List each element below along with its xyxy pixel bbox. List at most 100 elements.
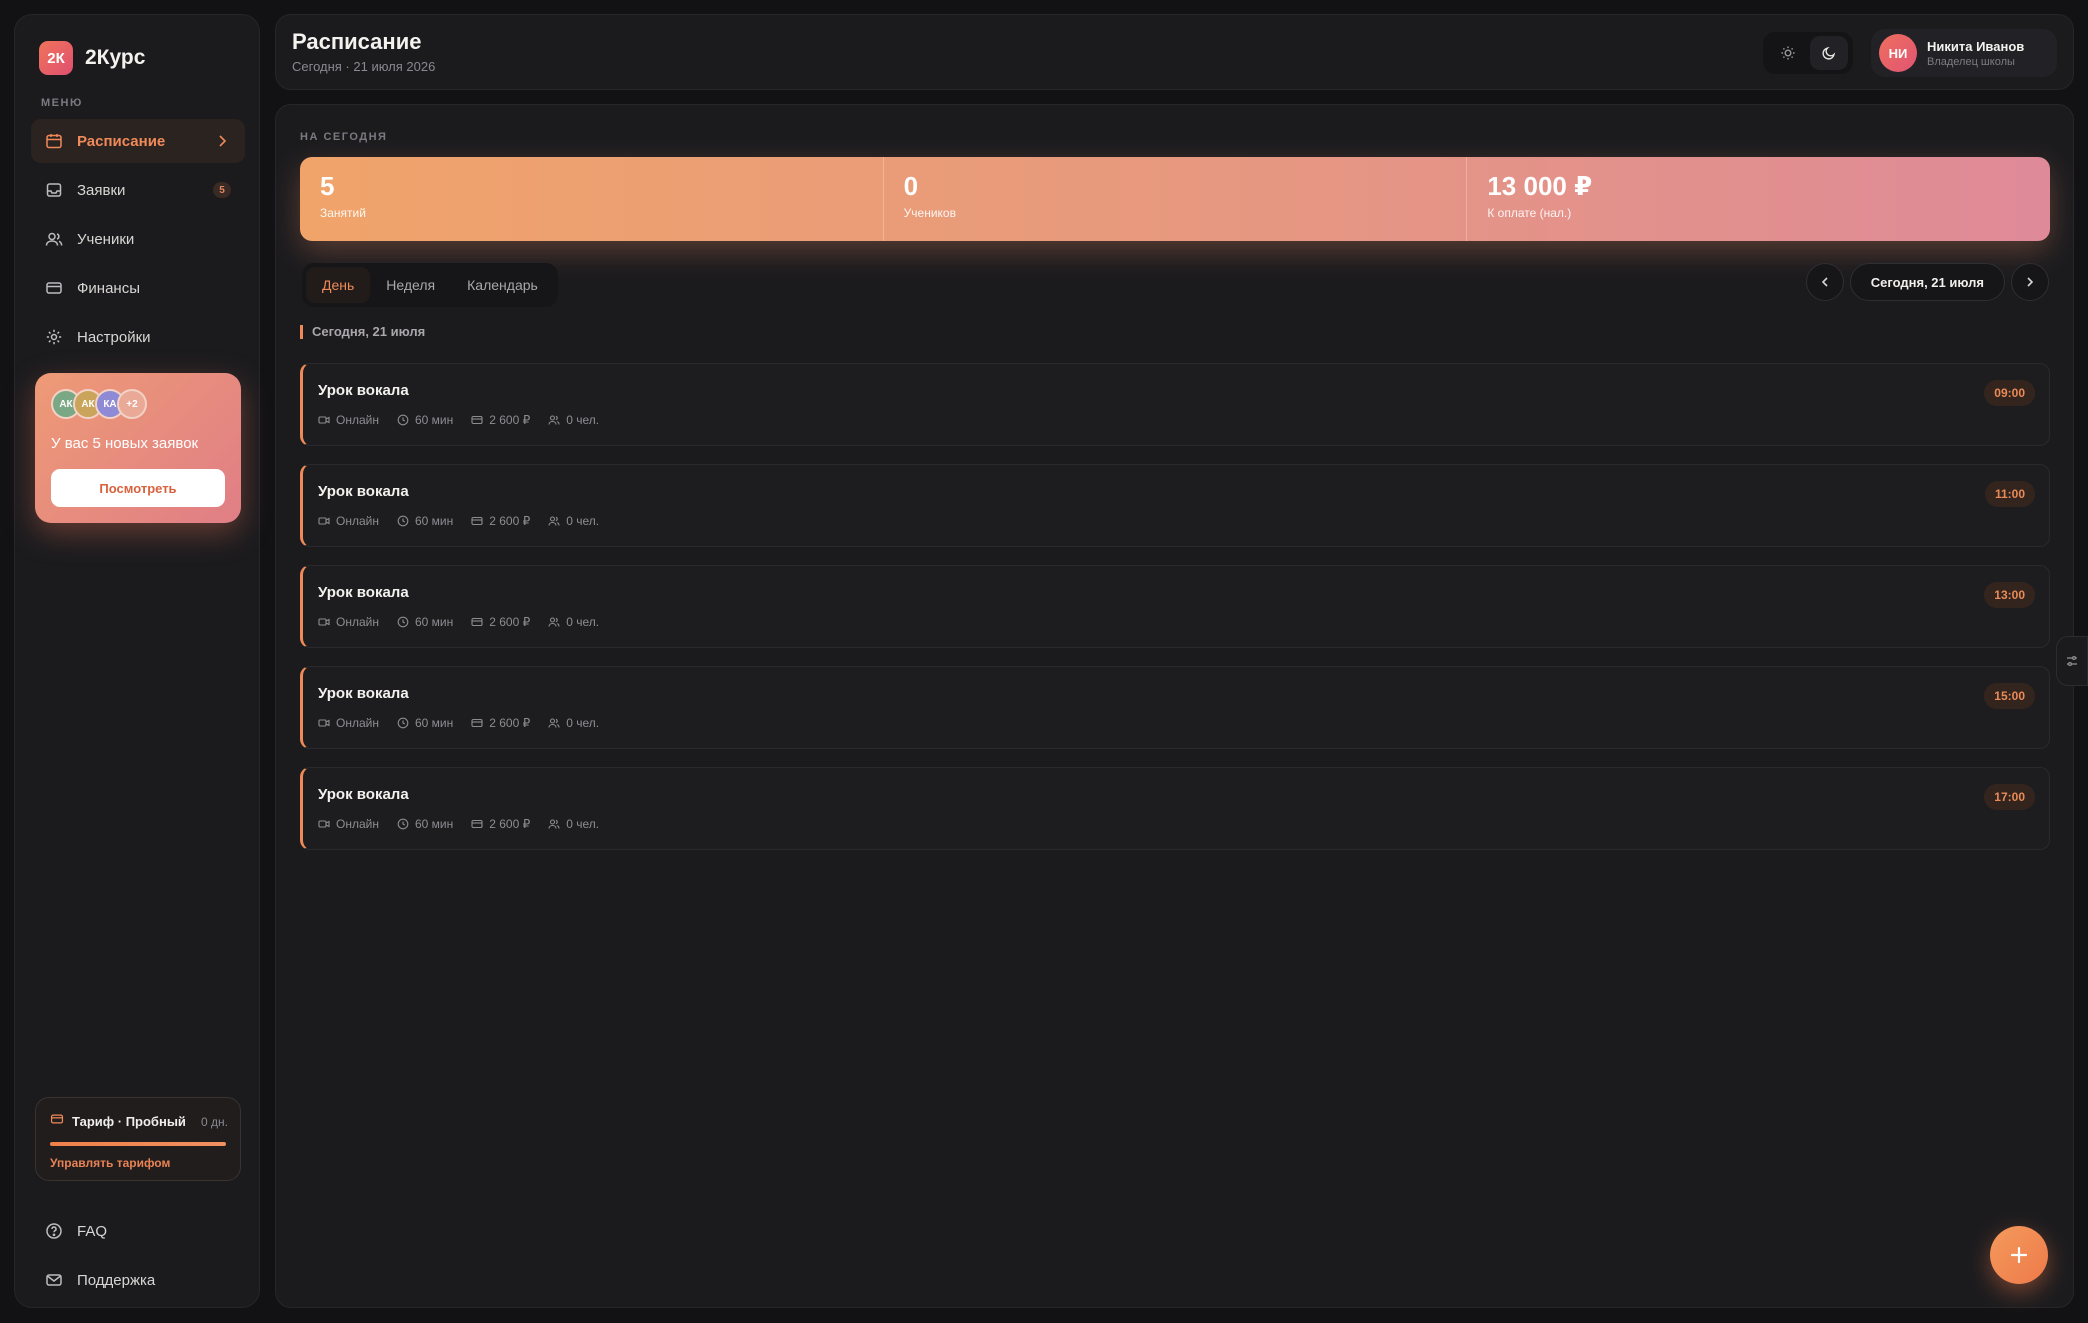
- sidebar-item-schedule[interactable]: Расписание: [31, 119, 245, 163]
- lesson-card[interactable]: Урок вокала Онлайн 60 мин 2 600 ₽ 0 чел. 13:0…: [300, 565, 2050, 648]
- card-icon: [50, 1112, 64, 1131]
- lesson-people: 0 чел.: [566, 514, 600, 528]
- new-requests-text: У вас 5 новых заявок: [51, 435, 199, 452]
- lesson-duration: 60 мин: [414, 716, 454, 730]
- lesson-duration: 60 мин: [414, 615, 454, 629]
- lesson-format: Онлайн: [336, 817, 379, 831]
- stat-lessons: 5 Занятий: [300, 157, 884, 241]
- tab-day[interactable]: День: [306, 267, 371, 303]
- sidebar-item-label: FAQ: [77, 1222, 108, 1240]
- clock-icon: [397, 818, 415, 830]
- users-icon: [548, 616, 566, 628]
- chevron-right-icon: [2027, 277, 2034, 287]
- today-stats: 5 Занятий 0 Учеников 13 000 ₽ К оплате (…: [300, 157, 2050, 241]
- card-icon: [471, 818, 489, 830]
- lesson-meta: Онлайн 60 мин 2 600 ₽ 0 чел.: [318, 514, 617, 528]
- user-menu[interactable]: НИ Никита Иванов Владелец школы: [1871, 29, 2057, 77]
- schedule-panel: НА СЕГОДНЯ 5 Занятий 0 Учеников 13 000 ₽…: [275, 104, 2074, 1308]
- sidebar-item-students[interactable]: Ученики: [31, 217, 245, 261]
- lesson-card[interactable]: Урок вокала Онлайн 60 мин 2 600 ₽ 0 чел. 11:0…: [300, 464, 2050, 547]
- moon-icon: [1821, 46, 1835, 60]
- lesson-people: 0 чел.: [566, 716, 600, 730]
- lesson-format: Онлайн: [336, 716, 379, 730]
- plan-progress-fill: [50, 1142, 226, 1146]
- add-lesson-button[interactable]: [1990, 1226, 2048, 1284]
- plan-card: Тариф · Пробный 0 дн. Управлять тарифом: [35, 1097, 241, 1181]
- plan-progress-bar: [50, 1142, 226, 1146]
- video-icon: [318, 616, 336, 628]
- dark-theme-button[interactable]: [1809, 36, 1848, 70]
- sidebar-item-requests[interactable]: Заявки 5: [31, 168, 245, 212]
- lesson-meta: Онлайн 60 мин 2 600 ₽ 0 чел.: [318, 615, 617, 629]
- sidebar-item-label: Финансы: [77, 279, 140, 297]
- plan-days-left: 0 дн.: [201, 1114, 228, 1129]
- lesson-price: 2 600 ₽: [489, 615, 531, 629]
- lesson-duration: 60 мин: [414, 817, 454, 831]
- chevron-right-icon: [215, 131, 229, 155]
- stat-value: 5: [320, 171, 335, 201]
- sidebar: 2К 2Курс МЕНЮ Расписание Заявки 5 Ученик…: [14, 14, 260, 1308]
- filters-handle[interactable]: [2056, 636, 2088, 686]
- tab-week[interactable]: Неделя: [370, 267, 451, 303]
- lesson-format: Онлайн: [336, 413, 379, 427]
- top-bar: Расписание Сегодня · 21 июля 2026 НИ Ник…: [275, 14, 2074, 90]
- lesson-meta: Онлайн 60 мин 2 600 ₽ 0 чел.: [318, 716, 617, 730]
- users-icon: [548, 414, 566, 426]
- lesson-time-badge: 17:00: [1984, 784, 2035, 810]
- lesson-card[interactable]: Урок вокала Онлайн 60 мин 2 600 ₽ 0 чел. 15:0…: [300, 666, 2050, 749]
- view-requests-button[interactable]: Посмотреть: [51, 469, 225, 507]
- inbox-icon: [45, 181, 63, 199]
- lesson-title: Урок вокала: [318, 483, 409, 500]
- view-tabs: День Неделя Календарь: [302, 263, 558, 307]
- lesson-format: Онлайн: [336, 514, 379, 528]
- manage-plan-link[interactable]: Управлять тарифом: [50, 1156, 170, 1170]
- sidebar-item-faq[interactable]: FAQ: [31, 1209, 245, 1253]
- page-title: Расписание: [292, 29, 422, 54]
- lesson-price: 2 600 ₽: [489, 817, 531, 831]
- brand-name: 2Курс: [85, 46, 146, 69]
- lesson-people: 0 чел.: [566, 615, 600, 629]
- clock-icon: [397, 616, 415, 628]
- lesson-duration: 60 мин: [414, 514, 454, 528]
- sidebar-item-settings[interactable]: Настройки: [31, 315, 245, 359]
- lesson-price: 2 600 ₽: [489, 514, 531, 528]
- stat-value: 13 000 ₽: [1487, 171, 1593, 201]
- video-icon: [318, 414, 336, 426]
- brand[interactable]: 2К 2Курс: [39, 41, 145, 75]
- lesson-time-badge: 13:00: [1984, 582, 2035, 608]
- video-icon: [318, 717, 336, 729]
- lesson-card[interactable]: Урок вокала Онлайн 60 мин 2 600 ₽ 0 чел. 09:0…: [300, 363, 2050, 446]
- tab-calendar[interactable]: Календарь: [451, 267, 554, 303]
- card-icon: [471, 616, 489, 628]
- next-day-button[interactable]: [2011, 263, 2049, 301]
- date-navigator: Сегодня, 21 июля: [1805, 263, 2049, 301]
- card-icon: [471, 515, 489, 527]
- sidebar-item-label: Ученики: [77, 230, 135, 248]
- light-theme-button[interactable]: [1769, 36, 1807, 70]
- prev-day-button[interactable]: [1805, 263, 1844, 301]
- sidebar-item-finance[interactable]: Финансы: [31, 266, 245, 310]
- requests-count-badge: 5: [213, 182, 231, 198]
- card-icon: [471, 414, 489, 426]
- lesson-meta: Онлайн 60 мин 2 600 ₽ 0 чел.: [318, 817, 617, 831]
- plan-title: Тариф · Пробный: [72, 1114, 186, 1129]
- users-icon: [45, 230, 63, 248]
- sidebar-item-support[interactable]: Поддержка: [31, 1258, 245, 1302]
- lesson-title: Урок вокала: [318, 382, 409, 399]
- stat-label: Занятий: [320, 206, 366, 220]
- menu-caption: МЕНЮ: [41, 97, 83, 109]
- stat-to-pay: 13 000 ₽ К оплате (нал.): [1467, 157, 2050, 241]
- new-requests-card: АК АК КА +2 У вас 5 новых заявок Посмотр…: [35, 373, 241, 523]
- sidebar-item-label: Расписание: [77, 132, 166, 150]
- lesson-people: 0 чел.: [566, 413, 600, 427]
- sidebar-item-label: Поддержка: [77, 1271, 156, 1289]
- stat-value: 0: [903, 171, 919, 201]
- sidebar-footer: FAQ Поддержка: [31, 1209, 245, 1307]
- lesson-meta: Онлайн 60 мин 2 600 ₽ 0 чел.: [318, 413, 617, 427]
- lesson-people: 0 чел.: [566, 817, 600, 831]
- clock-icon: [397, 414, 415, 426]
- current-date-button[interactable]: Сегодня, 21 июля: [1849, 263, 2005, 301]
- page-subtitle: Сегодня · 21 июля 2026: [292, 59, 436, 74]
- help-icon: [45, 1222, 63, 1240]
- lesson-card[interactable]: Урок вокала Онлайн 60 мин 2 600 ₽ 0 чел. 17:0…: [300, 767, 2050, 850]
